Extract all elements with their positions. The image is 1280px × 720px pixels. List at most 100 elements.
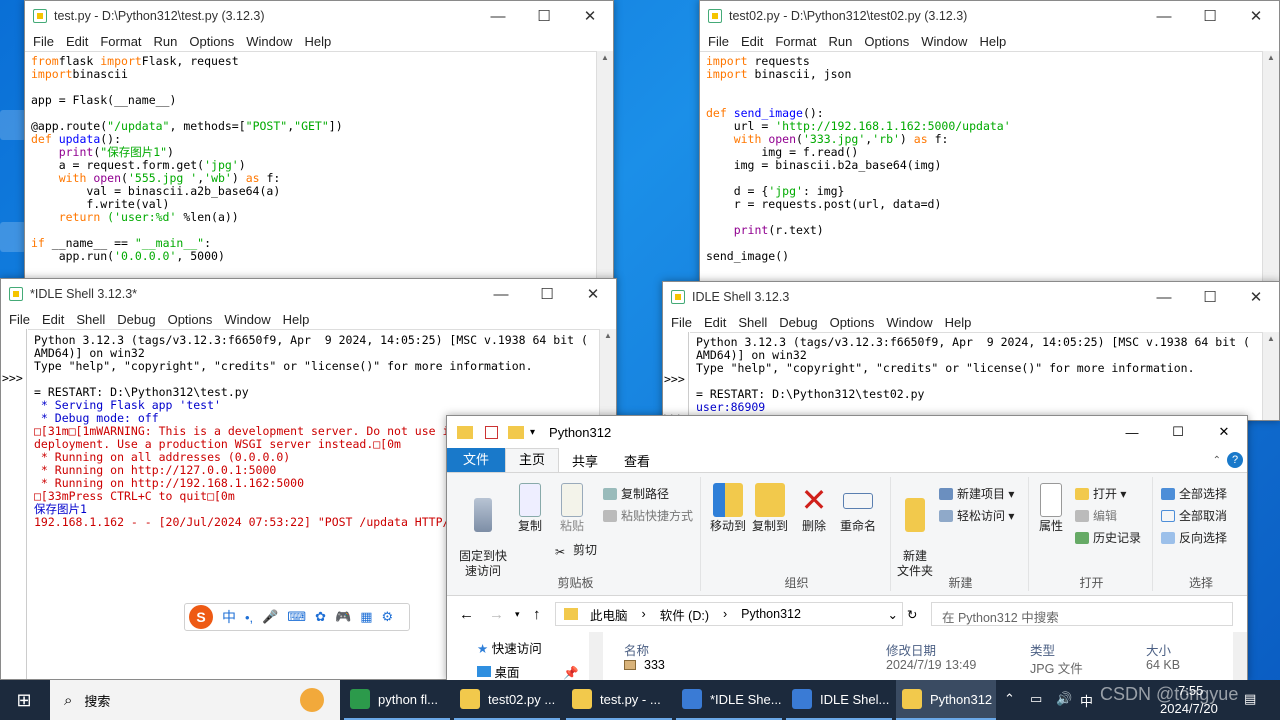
help-icon[interactable]: ?	[1227, 452, 1243, 468]
list-scrollbar[interactable]	[1233, 632, 1247, 680]
taskbar-item[interactable]: IDLE Shel...	[786, 680, 892, 720]
menu-item-window[interactable]: Window	[242, 34, 300, 49]
tab-share[interactable]: 共享	[559, 451, 611, 470]
select-none-button[interactable]: 全部取消	[1161, 507, 1227, 524]
copy-path-button[interactable]: 复制路径	[603, 485, 669, 502]
menu-item-debug[interactable]: Debug	[113, 312, 163, 327]
code-editor[interactable]: import requests import binascii, json def …	[700, 51, 1262, 281]
menu-item-debug[interactable]: Debug	[775, 315, 825, 330]
close-icon[interactable]: ✕	[570, 285, 616, 303]
minimize-icon[interactable]: —	[478, 286, 524, 303]
title-bar[interactable]: test.py - D:\Python312\test.py (3.12.3) …	[25, 1, 613, 31]
menu-item-file[interactable]: File	[704, 34, 737, 49]
vertical-scrollbar[interactable]	[596, 51, 613, 281]
minimize-icon[interactable]: —	[1109, 425, 1155, 440]
invert-selection-button[interactable]: 反向选择	[1161, 529, 1227, 546]
history-button[interactable]: 历史记录	[1075, 529, 1141, 546]
new-folder-button[interactable]: 新建 文件夹	[895, 483, 935, 579]
ime-toolbar[interactable]: S 中 •, 🎤 ⌨ ✿ 🎮 ▦ ⚙	[184, 603, 410, 631]
edit-button[interactable]: 编辑	[1075, 507, 1117, 524]
maximize-icon[interactable]: ☐	[521, 7, 567, 25]
copy-to-button[interactable]: 复制到	[749, 483, 791, 534]
column-header-name[interactable]: 名称	[624, 640, 649, 659]
cut-button[interactable]: ✂ 剪切	[555, 541, 597, 559]
minimize-icon[interactable]: —	[1141, 289, 1187, 306]
tab-file[interactable]: 文件	[447, 448, 506, 472]
desktop-icon[interactable]	[0, 110, 26, 140]
title-bar[interactable]: *IDLE Shell 3.12.3* — ☐ ✕	[1, 279, 616, 309]
select-all-button[interactable]: 全部选择	[1161, 485, 1227, 502]
menu-item-options[interactable]: Options	[826, 315, 883, 330]
delete-button[interactable]: ✕ 删除	[799, 483, 829, 534]
back-icon[interactable]: ←	[459, 606, 474, 623]
menu-item-help[interactable]: Help	[941, 315, 980, 330]
minimize-icon[interactable]: —	[1141, 8, 1187, 25]
punctuation-icon[interactable]: •,	[245, 610, 253, 625]
customize-quick-access-icon[interactable]: ▾	[530, 427, 535, 438]
column-header-size[interactable]: 大小	[1146, 640, 1171, 659]
taskbar-item[interactable]: test.py - ...	[566, 680, 672, 720]
refresh-icon[interactable]: ↻	[907, 607, 917, 622]
copy-button[interactable]: 复制	[511, 483, 549, 534]
file-row[interactable]: 333 2024/7/19 13:49 JPG 文件 64 KB	[612, 658, 1247, 679]
title-bar[interactable]: test02.py - D:\Python312\test02.py (3.12…	[700, 1, 1279, 31]
menu-item-edit[interactable]: Edit	[62, 34, 96, 49]
address-bar[interactable]: 此电脑 › 软件 (D:) › Python312 ⌄	[555, 602, 903, 626]
new-item-button[interactable]: 新建项目 ▾	[939, 485, 1014, 502]
maximize-icon[interactable]: ☐	[1187, 7, 1233, 25]
ime-language-toggle[interactable]: 中	[222, 607, 236, 627]
menu-item-run[interactable]: Run	[150, 34, 186, 49]
search-input[interactable]: 在 Python312 中搜索	[931, 602, 1233, 626]
menu-item-format[interactable]: Format	[771, 34, 824, 49]
recent-locations-icon[interactable]: ▾	[515, 609, 520, 620]
keyboard-icon[interactable]: ⌨	[287, 609, 306, 625]
address-dropdown-icon[interactable]: ⌄	[888, 607, 898, 622]
nav-item-quick-access[interactable]: ★ 快速访问	[477, 638, 542, 657]
notification-icon[interactable]: ▤	[1244, 691, 1256, 707]
menu-item-file[interactable]: File	[5, 312, 38, 327]
game-icon[interactable]: 🎮	[335, 609, 351, 625]
microphone-icon[interactable]: 🎤	[262, 609, 278, 625]
properties-quick-icon[interactable]	[485, 425, 498, 439]
column-header-modified[interactable]: 修改日期	[886, 640, 936, 659]
taskbar-item[interactable]: Python312	[896, 680, 996, 720]
menu-item-help[interactable]: Help	[975, 34, 1014, 49]
column-header-type[interactable]: 类型	[1030, 640, 1055, 659]
close-icon[interactable]: ✕	[1233, 7, 1279, 25]
title-bar[interactable]: ▾ Python312 — ☐ ✕	[447, 416, 1247, 448]
menu-item-options[interactable]: Options	[860, 34, 917, 49]
maximize-icon[interactable]: ☐	[1155, 424, 1201, 440]
shell-output[interactable]: Python 3.12.3 (tags/v3.12.3:f6650f9, Apr…	[690, 332, 1262, 420]
nav-item-desktop[interactable]: 桌面 📌	[477, 662, 579, 680]
taskbar-item[interactable]: python fl...	[344, 680, 450, 720]
menu-item-options[interactable]: Options	[164, 312, 221, 327]
desktop-icon[interactable]	[0, 222, 26, 252]
properties-button[interactable]: 属性	[1033, 483, 1069, 534]
code-editor[interactable]: fromflask importFlask, request importbina…	[25, 51, 596, 281]
forward-icon[interactable]: →	[489, 606, 504, 623]
maximize-icon[interactable]: ☐	[1187, 288, 1233, 306]
ime-mode-icon[interactable]: 中	[1080, 691, 1093, 710]
settings-icon[interactable]: ⚙	[382, 609, 394, 625]
chevron-up-icon[interactable]: ⌃	[1207, 455, 1227, 466]
menu-item-options[interactable]: Options	[185, 34, 242, 49]
menu-item-edit[interactable]: Edit	[38, 312, 72, 327]
paste-shortcut-button[interactable]: 粘贴快捷方式	[603, 507, 693, 524]
minimize-icon[interactable]: —	[475, 8, 521, 25]
menu-item-shell[interactable]: Shell	[72, 312, 113, 327]
menu-item-edit[interactable]: Edit	[737, 34, 771, 49]
menu-item-window[interactable]: Window	[917, 34, 975, 49]
close-icon[interactable]: ✕	[1233, 288, 1279, 306]
breadcrumb-item[interactable]: 软件 (D:)	[660, 605, 709, 624]
rename-button[interactable]: 重命名	[837, 483, 879, 534]
tab-view[interactable]: 查看	[611, 451, 663, 470]
skin-icon[interactable]: ✿	[315, 609, 326, 625]
close-icon[interactable]: ✕	[1201, 424, 1247, 440]
new-folder-quick-icon[interactable]	[508, 425, 524, 439]
menu-item-window[interactable]: Window	[882, 315, 940, 330]
move-to-button[interactable]: 移动到	[707, 483, 749, 534]
volume-icon[interactable]: 🔊	[1056, 691, 1072, 707]
start-button[interactable]: ⊞	[0, 680, 48, 720]
menu-item-format[interactable]: Format	[96, 34, 149, 49]
up-icon[interactable]: ↑	[533, 606, 541, 623]
